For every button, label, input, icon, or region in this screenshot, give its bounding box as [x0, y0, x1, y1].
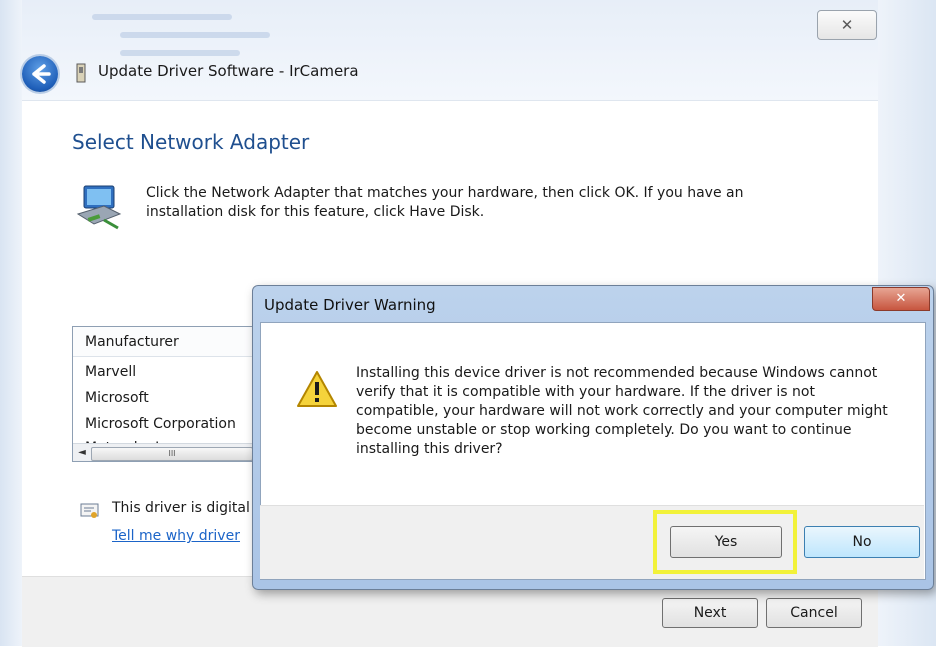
- list-item[interactable]: Marvell: [73, 359, 273, 385]
- next-button[interactable]: Next: [662, 598, 758, 628]
- close-icon: ✕: [840, 16, 854, 34]
- manufacturer-list[interactable]: Manufacturer Marvell Microsoft Microsoft…: [72, 326, 274, 462]
- window-glass-left: [0, 0, 22, 646]
- back-button[interactable]: [22, 56, 58, 92]
- dialog-title: Update Driver Warning: [264, 296, 436, 314]
- certificate-icon: [80, 503, 99, 518]
- why-signing-link[interactable]: Tell me why driver: [112, 528, 240, 544]
- device-icon: [76, 63, 86, 83]
- list-item[interactable]: Microsoft Corporation: [73, 411, 273, 437]
- close-icon: ✕: [895, 291, 907, 306]
- network-adapter-icon: [76, 185, 122, 230]
- blurred-background-text: [120, 50, 240, 56]
- warning-icon: [297, 371, 337, 407]
- yes-button[interactable]: Yes: [670, 526, 782, 558]
- list-item[interactable]: Microsoft: [73, 385, 273, 411]
- horizontal-scrollbar[interactable]: ◄ III: [73, 443, 273, 461]
- warning-message: Installing this device driver is not rec…: [356, 365, 888, 457]
- back-arrow-icon: [32, 64, 51, 84]
- dialog-close-button[interactable]: ✕: [872, 287, 930, 311]
- manufacturer-column-header[interactable]: Manufacturer: [73, 327, 273, 357]
- window-title: Update Driver Software - IrCamera: [98, 62, 359, 80]
- scrollbar-thumb[interactable]: III: [91, 447, 253, 461]
- window-glass-top: [0, 0, 936, 100]
- no-button[interactable]: No: [804, 526, 920, 558]
- cancel-button[interactable]: Cancel: [766, 598, 862, 628]
- window-close-button[interactable]: ✕: [817, 10, 877, 40]
- scroll-left-icon[interactable]: ◄: [75, 446, 89, 460]
- page-heading: Select Network Adapter: [72, 130, 310, 154]
- blurred-background-text: [92, 14, 232, 20]
- blurred-background-text: [120, 32, 270, 38]
- driver-signed-text: This driver is digital: [112, 500, 250, 516]
- instructions-text: Click the Network Adapter that matches y…: [146, 185, 744, 220]
